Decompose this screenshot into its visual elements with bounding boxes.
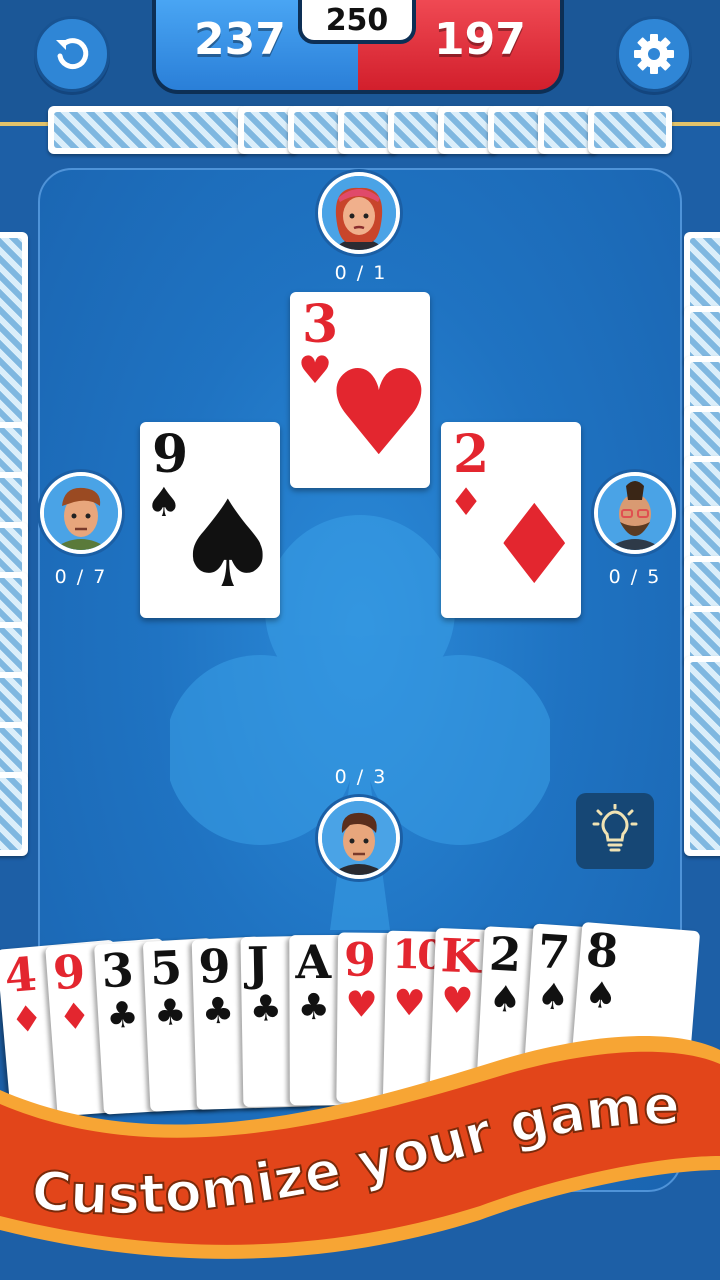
settings-button[interactable]: [616, 16, 692, 92]
avatar-left-player[interactable]: [40, 472, 122, 554]
top-player-tricks: 0 / 1: [334, 262, 388, 284]
right-player-tricks: 0 / 5: [608, 566, 662, 588]
team-red-score: 197: [434, 14, 526, 65]
left-player-tricks: 0 / 7: [54, 566, 108, 588]
top-opponent-hand: [48, 106, 672, 156]
gear-icon: [634, 34, 674, 74]
hand-card-rank: J: [246, 936, 267, 991]
bearded-player-avatar-icon: [598, 476, 672, 550]
team-blue-score: 237: [194, 14, 286, 65]
hand-card-rank: 4: [2, 946, 37, 1004]
undo-button[interactable]: [34, 16, 110, 92]
hand-card-rank: 8: [584, 922, 618, 979]
diamond-icon: ♦: [485, 481, 584, 609]
svg-text:Customize your game: Customize your game: [29, 1080, 681, 1227]
played-card-right: 2 ♦ ♦: [441, 422, 584, 618]
hand-card-suit: ♠: [487, 978, 523, 1022]
avatar-top-player[interactable]: [318, 172, 400, 254]
target-score: 250: [298, 0, 416, 44]
hand-card-rank: 2: [487, 926, 520, 982]
heart-icon: ♥: [326, 344, 432, 482]
played-card-left: 9 ♠ ♠: [140, 422, 282, 618]
female-player-avatar-icon: [322, 176, 396, 250]
avatar-right-player[interactable]: [594, 472, 676, 554]
promo-banner-text-wrap: Customize your game: [20, 1073, 720, 1230]
hand-card-rank: 9: [51, 944, 85, 1001]
lightbulb-icon: [592, 804, 638, 852]
bottom-player-tricks: 0 / 3: [334, 766, 388, 788]
played-card-top: 3 ♥ ♥: [290, 292, 432, 488]
hand-card-rank: 9: [343, 932, 374, 987]
right-opponent-hand: [684, 232, 720, 856]
hand-card-rank: 9: [197, 938, 229, 994]
male-player-avatar-icon: [44, 476, 118, 550]
avatar-bottom-player[interactable]: [318, 797, 400, 879]
card-rank: 2: [453, 424, 490, 485]
promo-banner-text: Customize your game: [28, 1073, 682, 1228]
card-suit-small: ♦: [449, 480, 484, 524]
banner-text: Customize your game: [28, 1073, 682, 1228]
undo-icon: [56, 38, 89, 70]
hand-card-rank: 3: [99, 942, 133, 999]
left-opponent-hand: [0, 232, 30, 856]
hand-card-suit: ♠: [535, 975, 571, 1020]
hand-card-rank: 7: [536, 923, 569, 980]
hand-card-suit: ♠: [583, 974, 619, 1018]
spade-icon: ♠: [174, 476, 282, 615]
hand-card-rank: A: [295, 935, 329, 990]
hint-button[interactable]: [576, 793, 654, 869]
hand-card-rank: 5: [148, 940, 181, 996]
hand-card-suit: ♥: [440, 980, 475, 1023]
player-self-avatar-icon: [322, 801, 396, 875]
hand-card-rank: K: [439, 928, 479, 984]
hand-card-suit: ♥: [392, 982, 427, 1025]
